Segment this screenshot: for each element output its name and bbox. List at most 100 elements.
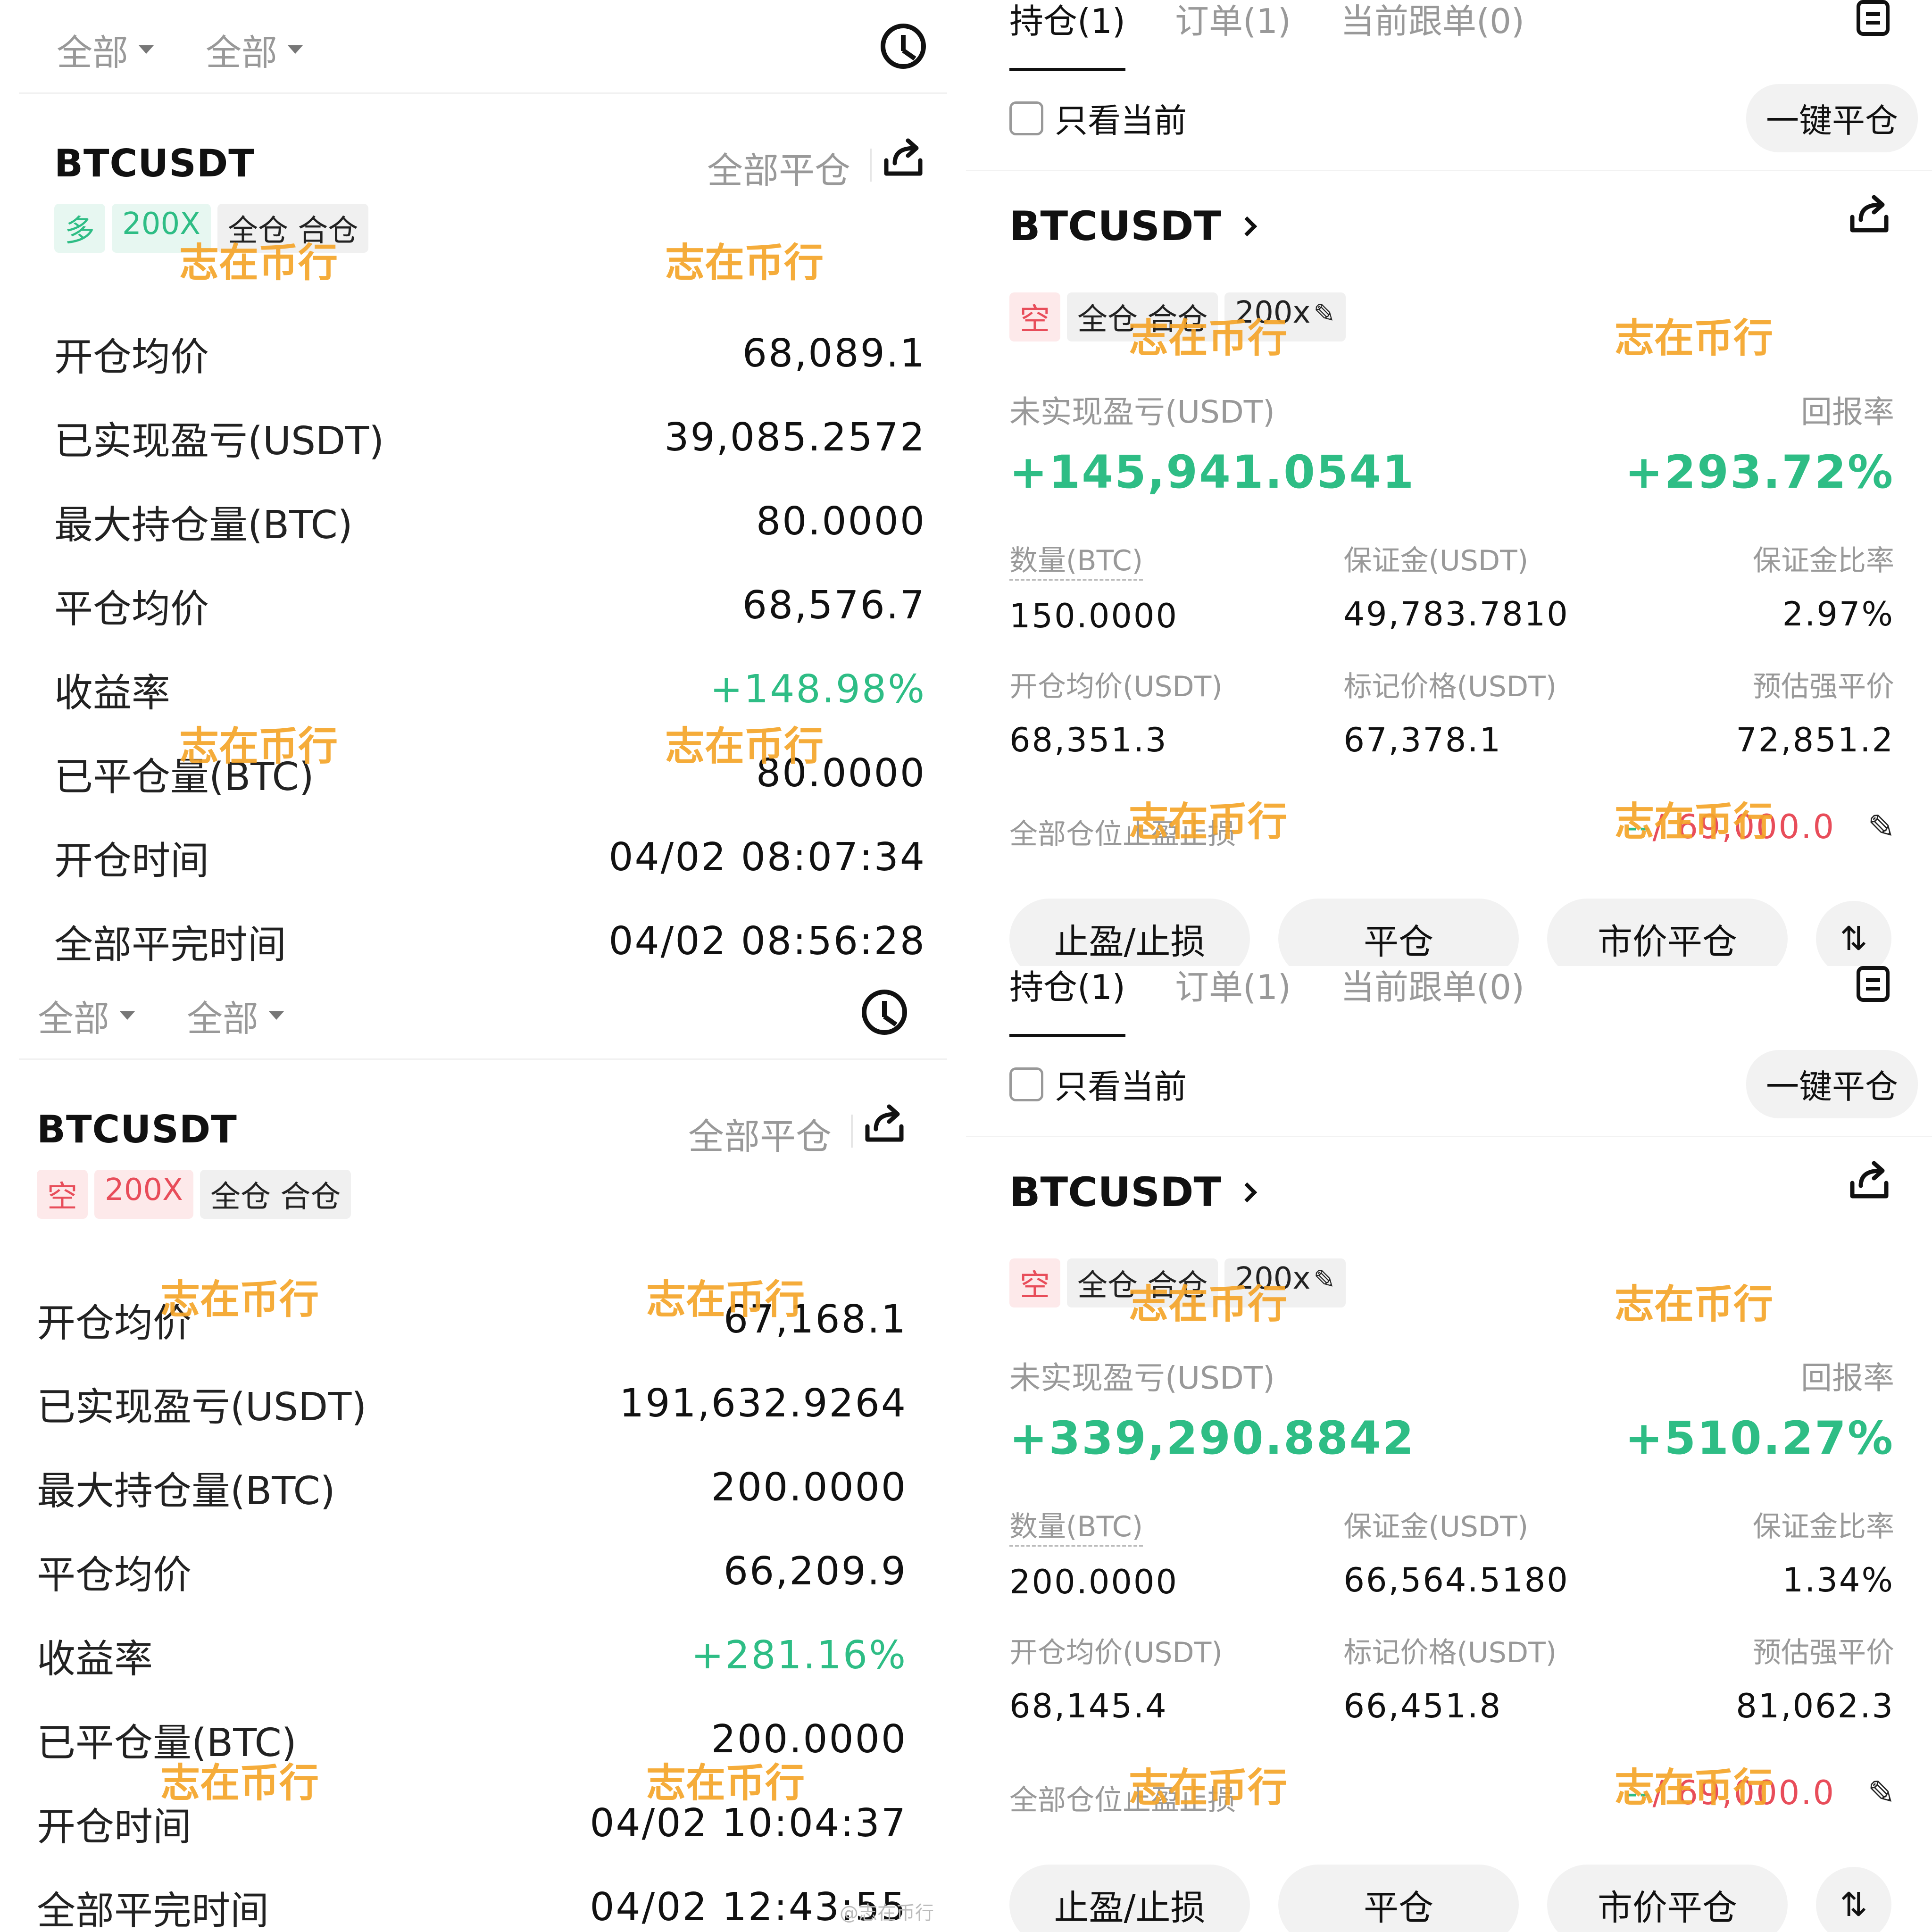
filter-dropdown-1[interactable]: 全部	[57, 24, 154, 75]
edit-icon[interactable]: ✎	[1867, 1774, 1895, 1812]
detail-row: 收益率 +281.16%	[37, 1632, 907, 1682]
order-list-icon[interactable]	[1857, 0, 1890, 36]
tpsl-label: 全部仓位止盈止损	[1009, 818, 1236, 851]
stat-cell: 保证金比率 1.34%	[1752, 1510, 1894, 1599]
tab-orders[interactable]: 订单(1)	[1175, 966, 1291, 1037]
open-position-card-2: 持仓(1) 订单(1) 当前跟单(0) 只看当前 一键平仓 BTCUSDT 空 …	[966, 966, 1932, 1932]
watermark-handle: @志在币行	[840, 1902, 934, 1924]
position-tabs: 持仓(1) 订单(1) 当前跟单(0)	[1009, 966, 1524, 1037]
close-all-button[interactable]: 全部平仓	[707, 142, 850, 193]
side-badge: 空	[37, 1170, 88, 1219]
detail-row: 收益率 +148.98%	[54, 666, 926, 716]
roe-label: 回报率	[1801, 1360, 1894, 1396]
chevron-right-icon	[1237, 1182, 1257, 1203]
pencil-icon: ✎	[1313, 299, 1336, 329]
tab-positions[interactable]: 持仓(1)	[1009, 966, 1125, 1037]
margin-mode-badge: 全仓 合仓	[217, 204, 369, 253]
filter-dropdown-2[interactable]: 全部	[206, 24, 303, 75]
symbol-link[interactable]: BTCUSDT	[1009, 203, 1257, 250]
caret-down-icon	[288, 45, 303, 54]
stats-row: 数量(BTC) 200.0000 保证金(USDT) 66,564.5180 保证金…	[1009, 1504, 1894, 1601]
stat-cell: 保证金比率 2.97%	[1752, 544, 1894, 633]
stats-row: 开仓均价(USDT) 68,145.4 标记价格(USDT) 66,451.8 预估…	[1009, 1630, 1894, 1725]
roe-value: +293.72%	[1624, 446, 1894, 499]
only-current-checkbox[interactable]: 只看当前	[1009, 94, 1187, 142]
stat-cell: 保证金(USDT) 66,564.5180	[1343, 1510, 1569, 1599]
tab-positions[interactable]: 持仓(1)	[1009, 0, 1125, 71]
margin-mode-badge: 全仓 合仓	[200, 1170, 351, 1219]
detail-row: 已实现盈亏(USDT) 191,632.9264	[37, 1381, 907, 1430]
tab-orders[interactable]: 订单(1)	[1175, 0, 1291, 71]
tag-group: 空 全仓 合仓 200x ✎	[1009, 1258, 1346, 1307]
detail-row: 已平仓量(BTC) 200.0000	[37, 1716, 907, 1765]
caret-down-icon	[139, 45, 154, 54]
clock-icon[interactable]	[862, 990, 907, 1035]
divider	[870, 149, 872, 182]
share-icon[interactable]	[862, 1103, 907, 1145]
symbol-title: BTCUSDT	[54, 142, 255, 185]
stat-cell: 标记价格(USDT) 66,451.8	[1343, 1636, 1557, 1725]
stat-cell: 开仓均价(USDT) 68,145.4	[1009, 1636, 1223, 1725]
leverage-badge: 200X	[112, 204, 211, 253]
share-icon[interactable]	[881, 137, 926, 179]
tpsl-label: 全部仓位止盈止损	[1009, 1784, 1236, 1817]
detail-row: 开仓均价 67,168.1	[37, 1297, 907, 1346]
tpsl-button[interactable]: 止盈/止损	[1009, 1865, 1250, 1932]
share-icon[interactable]	[1847, 1159, 1892, 1202]
symbol-link[interactable]: BTCUSDT	[1009, 1169, 1257, 1216]
detail-row: 最大持仓量(BTC) 200.0000	[37, 1465, 907, 1514]
edit-icon[interactable]: ✎	[1867, 808, 1895, 846]
stat-cell: 预估强平价 72,851.2	[1736, 670, 1894, 759]
tpsl-value: --/ 69,000.0	[1625, 808, 1835, 846]
side-badge: 空	[1009, 1258, 1060, 1307]
filter-dropdown-1[interactable]: 全部	[38, 990, 135, 1041]
checkbox-icon[interactable]	[1009, 101, 1043, 135]
detail-row: 平仓均价 68,576.7	[54, 583, 926, 632]
market-close-button[interactable]: 市价平仓	[1547, 899, 1788, 966]
tpsl-button[interactable]: 止盈/止损	[1009, 899, 1250, 966]
close-all-button[interactable]: 全部平仓	[688, 1108, 832, 1159]
filter-dropdown-2[interactable]: 全部	[187, 990, 284, 1041]
stats-row: 数量(BTC) 150.0000 保证金(USDT) 49,783.7810 保证金…	[1009, 538, 1894, 635]
unrealized-pnl-value: +145,941.0541	[1009, 446, 1416, 499]
divider	[851, 1115, 853, 1148]
tab-copy-trades[interactable]: 当前跟单(0)	[1341, 0, 1524, 71]
reverse-position-icon[interactable]: ⇅	[1816, 1867, 1891, 1932]
divider	[19, 1058, 947, 1060]
detail-row: 已实现盈亏(USDT) 39,085.2572	[54, 415, 926, 464]
side-badge: 多	[54, 204, 105, 253]
share-icon[interactable]	[1847, 193, 1892, 236]
detail-row: 平仓均价 66,209.9	[37, 1549, 907, 1598]
one-click-close-button[interactable]: 一键平仓	[1746, 84, 1918, 152]
action-bar: 止盈/止损 平仓 市价平仓 ⇅	[1009, 899, 1918, 966]
tag-group: 空 200X 全仓 合仓	[37, 1170, 351, 1219]
leverage-badge[interactable]: 200x ✎	[1224, 1258, 1346, 1307]
unrealized-pnl-label: 未实现盈亏(USDT)	[1009, 1360, 1275, 1396]
unrealized-pnl-value: +339,290.8842	[1009, 1412, 1416, 1465]
reverse-position-icon[interactable]: ⇅	[1816, 901, 1891, 966]
only-current-checkbox[interactable]: 只看当前	[1009, 1060, 1187, 1108]
close-button[interactable]: 平仓	[1278, 1865, 1519, 1932]
clock-icon[interactable]	[881, 24, 926, 69]
leverage-badge[interactable]: 200x ✎	[1224, 292, 1346, 341]
divider	[19, 92, 947, 94]
closed-position-card-1: 全部 全部 BTCUSDT 全部平仓 多 200X 全仓 合仓 开仓均价 68,0…	[0, 0, 966, 966]
market-close-button[interactable]: 市价平仓	[1547, 1865, 1788, 1932]
divider	[966, 170, 1932, 171]
stat-cell: 数量(BTC) 150.0000	[1009, 538, 1301, 635]
stat-cell: 开仓均价(USDT) 68,351.3	[1009, 670, 1223, 759]
stat-cell: 预估强平价 81,062.3	[1736, 1636, 1894, 1725]
caret-down-icon	[269, 1011, 284, 1020]
close-button[interactable]: 平仓	[1278, 899, 1519, 966]
one-click-close-button[interactable]: 一键平仓	[1746, 1050, 1918, 1118]
order-list-icon[interactable]	[1857, 966, 1890, 1002]
tab-copy-trades[interactable]: 当前跟单(0)	[1341, 966, 1524, 1037]
checkbox-icon[interactable]	[1009, 1067, 1043, 1101]
watermark: 志在币行	[1615, 315, 1774, 361]
unrealized-pnl-label: 未实现盈亏(USDT)	[1009, 394, 1275, 430]
stat-cell: 标记价格(USDT) 67,378.1	[1343, 670, 1557, 759]
stat-cell: 数量(BTC) 200.0000	[1009, 1504, 1301, 1601]
detail-list: 开仓均价 67,168.1 已实现盈亏(USDT) 191,632.9264 最大持…	[37, 1277, 907, 1932]
filter-bar: 全部 全部	[57, 24, 303, 75]
filter-bar: 全部 全部	[38, 990, 284, 1041]
